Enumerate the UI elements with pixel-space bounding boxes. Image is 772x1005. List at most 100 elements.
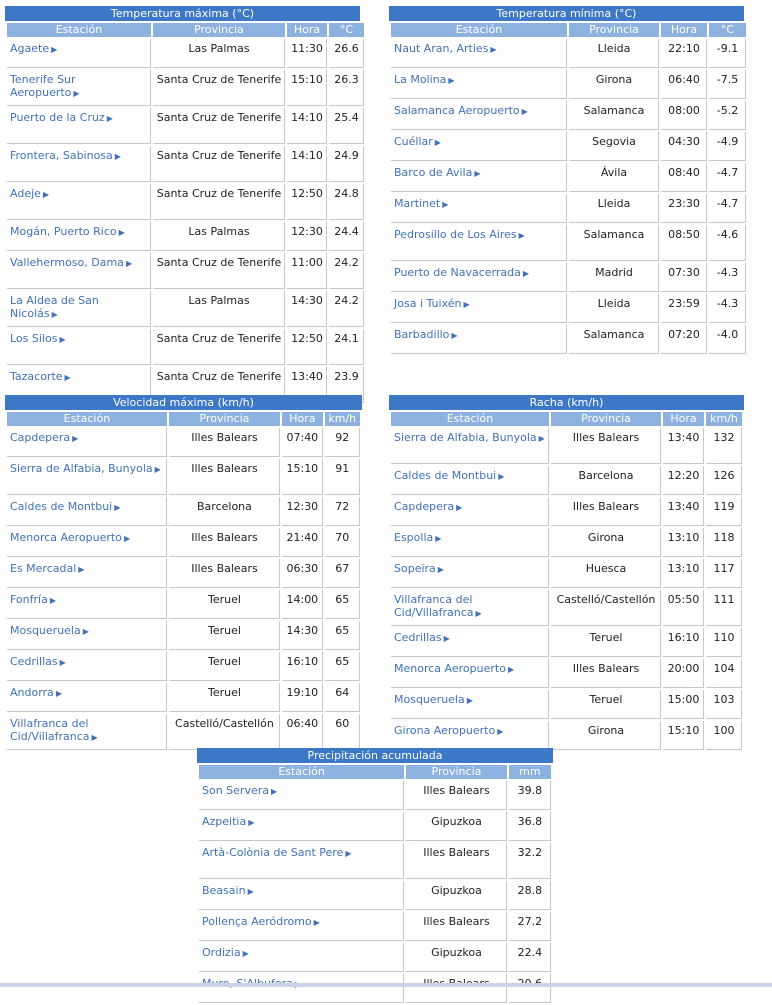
triangle-right-icon: ▶ <box>522 269 529 278</box>
vmax-station-cell: Fonfría ▶ <box>7 590 167 619</box>
racha-station-link[interactable]: Espolla ▶ <box>394 531 441 544</box>
tmax-station-link[interactable]: Vallehermoso, Dama ▶ <box>10 256 132 269</box>
station-name: Barco de Avila <box>394 166 473 179</box>
tmax-station-link[interactable]: Frontera, Sabinosa ▶ <box>10 149 121 162</box>
racha-time-cell: 05:50 <box>663 590 704 626</box>
vmax-station-link[interactable]: Mosqueruela ▶ <box>10 624 89 637</box>
precip-value-cell: 32.2 <box>508 843 551 879</box>
table-row: Menorca Aeropuerto ▶ Illes Balears 20:00 104 <box>391 659 742 688</box>
tmin-header-0: Estación <box>391 23 567 37</box>
station-name: Pollença Aeródromo <box>202 915 312 928</box>
tmin-station-link[interactable]: La Molina ▶ <box>394 73 455 86</box>
precip-station-link[interactable]: Azpeitia ▶ <box>202 815 254 828</box>
precip-station-link[interactable]: Artà-Colònia de Sant Pere ▶ <box>202 846 352 859</box>
vmax-value-cell: 65 <box>324 621 360 650</box>
racha-station-cell: Caldes de Montbui ▶ <box>391 466 549 495</box>
table-row: Frontera, Sabinosa ▶ Santa Cruz de Tenerif… <box>7 146 364 182</box>
racha-province-cell: Teruel <box>551 628 661 657</box>
vmax-header-1: Provincia <box>168 412 281 426</box>
triangle-right-icon: ▶ <box>51 45 58 54</box>
vmax-province-cell: Illes Balears <box>168 428 281 457</box>
station-name: Vallehermoso, Dama <box>10 256 124 269</box>
tmax-station-link[interactable]: Mogán, Puerto Rico ▶ <box>10 225 125 238</box>
triangle-right-icon: ▶ <box>114 503 121 512</box>
triangle-right-icon: ▶ <box>435 534 442 543</box>
tmax-station-cell: La Aldea de San Nicolás ▶ <box>7 291 151 327</box>
racha-station-link[interactable]: Capdepera ▶ <box>394 500 462 513</box>
tmax-time-cell: 11:00 <box>287 253 327 289</box>
tmin-station-link[interactable]: Pedrosillo de Los Aires ▶ <box>394 228 525 241</box>
station-name: Puerto de Navacerrada <box>394 266 521 279</box>
tmax-station-link[interactable]: La Aldea de San Nicolás ▶ <box>10 294 99 320</box>
racha-station-link[interactable]: Sierra de Alfabia, Bunyola ▶ <box>394 431 545 444</box>
vmax-value-cell: 65 <box>324 590 360 619</box>
station-name: Capdepera <box>10 431 71 444</box>
tmin-station-link[interactable]: Barbadillo ▶ <box>394 328 458 341</box>
tmin-station-link[interactable]: Martinet ▶ <box>394 197 448 210</box>
racha-station-link[interactable]: Menorca Aeropuerto ▶ <box>394 662 514 675</box>
precip-station-link[interactable]: Ordizia ▶ <box>202 946 249 959</box>
triangle-right-icon: ▶ <box>271 787 278 796</box>
tmax-station-link[interactable]: Agaete ▶ <box>10 42 57 55</box>
tmin-station-link[interactable]: Puerto de Navacerrada ▶ <box>394 266 529 279</box>
vmax-station-link[interactable]: Andorra ▶ <box>10 686 62 699</box>
tmin-province-cell: Segovia <box>569 132 659 161</box>
vmax-header-row: Estación Provincia Hora km/h <box>7 412 360 426</box>
racha-station-link[interactable]: Villafranca del Cid/Villafranca ▶ <box>394 593 482 619</box>
triangle-right-icon: ▶ <box>448 76 455 85</box>
tmin-station-link[interactable]: Barco de Avila ▶ <box>394 166 481 179</box>
table-row: Mosqueruela ▶ Teruel 14:30 65 <box>7 621 360 650</box>
vmax-station-link[interactable]: Villafranca del Cid/Villafranca ▶ <box>10 717 98 743</box>
station-name: Martinet <box>394 197 441 210</box>
tmin-station-link[interactable]: Salamanca Aeropuerto ▶ <box>394 104 528 117</box>
racha-station-link[interactable]: Sopeira ▶ <box>394 562 444 575</box>
vmax-station-link[interactable]: Caldes de Montbui ▶ <box>10 500 120 513</box>
tmin-value-cell: -9.1 <box>709 39 746 68</box>
triangle-right-icon: ▶ <box>72 434 79 443</box>
racha-time-cell: 12:20 <box>663 466 704 495</box>
vmax-station-link[interactable]: Fonfría ▶ <box>10 593 56 606</box>
triangle-right-icon: ▶ <box>497 727 504 736</box>
tmin-station-cell: Barco de Avila ▶ <box>391 163 567 192</box>
triangle-right-icon: ▶ <box>345 849 352 858</box>
tmax-time-cell: 12:50 <box>287 329 327 365</box>
vmax-station-link[interactable]: Capdepera ▶ <box>10 431 78 444</box>
vmax-station-link[interactable]: Es Mercadal ▶ <box>10 562 84 575</box>
tmax-station-cell: Tenerife Sur Aeropuerto ▶ <box>7 70 151 106</box>
vmax-station-link[interactable]: Menorca Aeropuerto ▶ <box>10 531 130 544</box>
triangle-right-icon: ▶ <box>125 259 133 268</box>
vmax-station-cell: Capdepera ▶ <box>7 428 167 457</box>
precip-station-link[interactable]: Son Servera ▶ <box>202 784 277 797</box>
tmax-header-1: Provincia <box>153 23 285 37</box>
vmax-station-link[interactable]: Cedrillas ▶ <box>10 655 66 668</box>
triangle-right-icon: ▶ <box>466 696 473 705</box>
tmax-station-link[interactable]: Tazacorte ▶ <box>10 370 71 383</box>
racha-header-2: Hora <box>663 412 704 426</box>
tmax-station-link[interactable]: Tenerife Sur Aeropuerto ▶ <box>10 73 80 99</box>
precip-station-link[interactable]: Beasain ▶ <box>202 884 254 897</box>
triangle-right-icon: ▶ <box>442 200 449 209</box>
station-name: Es Mercadal <box>10 562 77 575</box>
racha-header-3: km/h <box>706 412 742 426</box>
tmin-station-link[interactable]: Josa i Tuixén ▶ <box>394 297 470 310</box>
tmin-header-row: Estación Provincia Hora °C <box>391 23 746 37</box>
tmin-value-cell: -7.5 <box>709 70 746 99</box>
tmin-station-link[interactable]: Cuéllar ▶ <box>394 135 441 148</box>
racha-station-link[interactable]: Caldes de Montbui ▶ <box>394 469 504 482</box>
racha-time-cell: 15:00 <box>663 690 704 719</box>
vmax-station-link[interactable]: Sierra de Alfabia, Bunyola ▶ <box>10 462 161 475</box>
triangle-right-icon: ▶ <box>456 503 463 512</box>
station-name: Agaete <box>10 42 50 55</box>
racha-value-cell: 126 <box>706 466 742 495</box>
precip-panel: Precipitación acumulada Estación Provinci… <box>197 748 553 1005</box>
racha-province-cell: Girona <box>551 721 661 750</box>
racha-station-link[interactable]: Girona Aeropuerto ▶ <box>394 724 503 737</box>
table-row: Vallehermoso, Dama ▶ Santa Cruz de Tenerif… <box>7 253 364 289</box>
precip-station-link[interactable]: Pollença Aeródromo ▶ <box>202 915 320 928</box>
racha-station-link[interactable]: Cedrillas ▶ <box>394 631 450 644</box>
tmax-station-link[interactable]: Puerto de la Cruz ▶ <box>10 111 113 124</box>
tmax-station-link[interactable]: Adeje ▶ <box>10 187 49 200</box>
racha-station-link[interactable]: Mosqueruela ▶ <box>394 693 473 706</box>
tmax-station-link[interactable]: Los Silos ▶ <box>10 332 66 345</box>
tmin-station-link[interactable]: Naut Aran, Arties ▶ <box>394 42 497 55</box>
